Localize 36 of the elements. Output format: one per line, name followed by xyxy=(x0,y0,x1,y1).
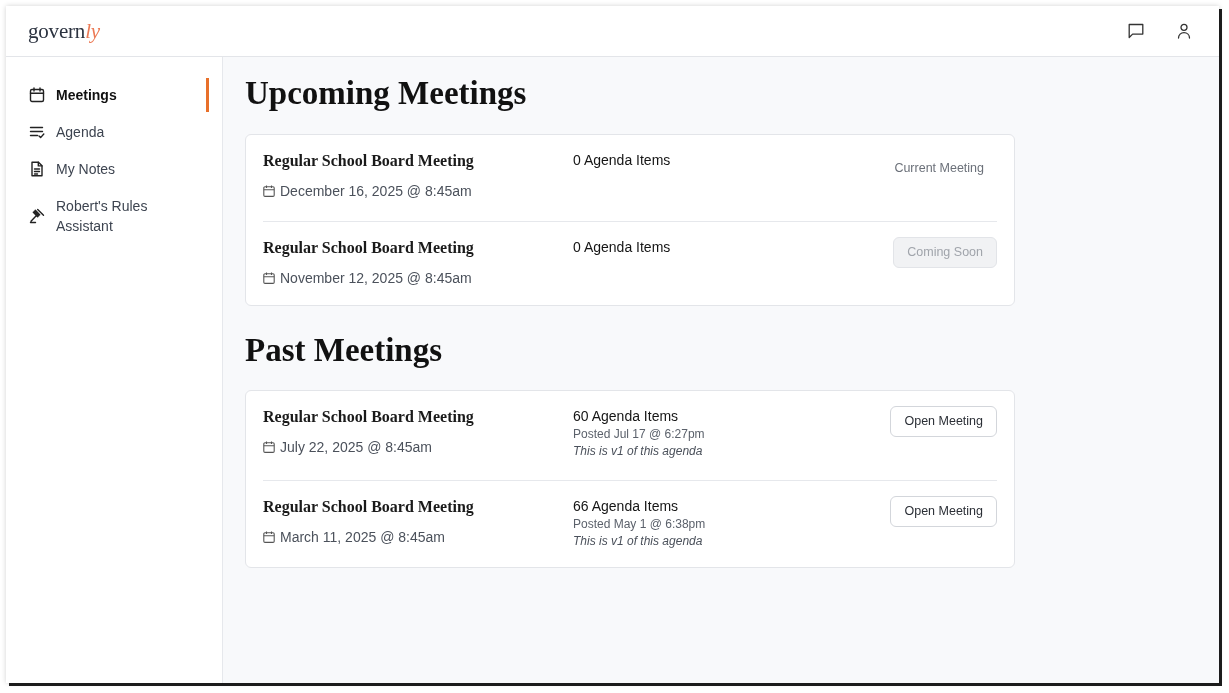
chat-icon[interactable] xyxy=(1128,23,1144,39)
calendar-icon xyxy=(263,272,275,284)
sidebar-item[interactable]: Robert's Rules Assistant xyxy=(6,189,209,243)
user-icon[interactable] xyxy=(1176,23,1192,39)
meeting-date: December 16, 2025 @ 8:45am xyxy=(280,182,472,201)
section-heading: Upcoming Meetings xyxy=(245,74,528,113)
sidebar-item[interactable]: Agenda xyxy=(6,115,209,149)
meeting-title: Regular School Board Meeting xyxy=(263,407,475,428)
document-icon xyxy=(29,161,45,177)
meeting-title: Regular School Board Meeting xyxy=(263,238,475,259)
meeting-date: July 22, 2025 @ 8:45am xyxy=(280,438,432,457)
sidebar-item[interactable]: Meetings xyxy=(6,78,209,112)
meeting-title: Regular School Board Meeting xyxy=(263,151,475,172)
meeting-date: November 12, 2025 @ 8:45am xyxy=(280,269,472,288)
agenda-count: 60 Agenda Items xyxy=(573,407,679,426)
calendar-icon xyxy=(263,185,275,197)
gavel-icon xyxy=(29,208,45,224)
calendar-icon xyxy=(29,87,45,103)
agenda-count: 66 Agenda Items xyxy=(573,497,679,516)
posted-text: Posted May 1 @ 6:38pm xyxy=(573,516,706,533)
calendar-icon xyxy=(263,531,275,543)
list-check-icon xyxy=(29,124,45,140)
version-note: This is v1 of this agenda xyxy=(573,443,703,460)
status-text: Current Meeting xyxy=(893,160,985,177)
agenda-count: 0 Agenda Items xyxy=(573,151,671,170)
agenda-count: 0 Agenda Items xyxy=(573,238,671,257)
meeting-date: March 11, 2025 @ 8:45am xyxy=(280,528,445,547)
version-note: This is v1 of this agenda xyxy=(573,533,703,550)
meeting-button[interactable]: Open Meeting xyxy=(890,496,997,527)
meeting-button[interactable]: Open Meeting xyxy=(890,406,997,437)
section-heading: Past Meetings xyxy=(245,331,444,370)
calendar-icon xyxy=(263,441,275,453)
meeting-title: Regular School Board Meeting xyxy=(263,497,475,518)
brand-logo[interactable]: governly xyxy=(28,20,100,42)
sidebar-item[interactable]: My Notes xyxy=(6,152,209,186)
posted-text: Posted Jul 17 @ 6:27pm xyxy=(573,426,705,443)
